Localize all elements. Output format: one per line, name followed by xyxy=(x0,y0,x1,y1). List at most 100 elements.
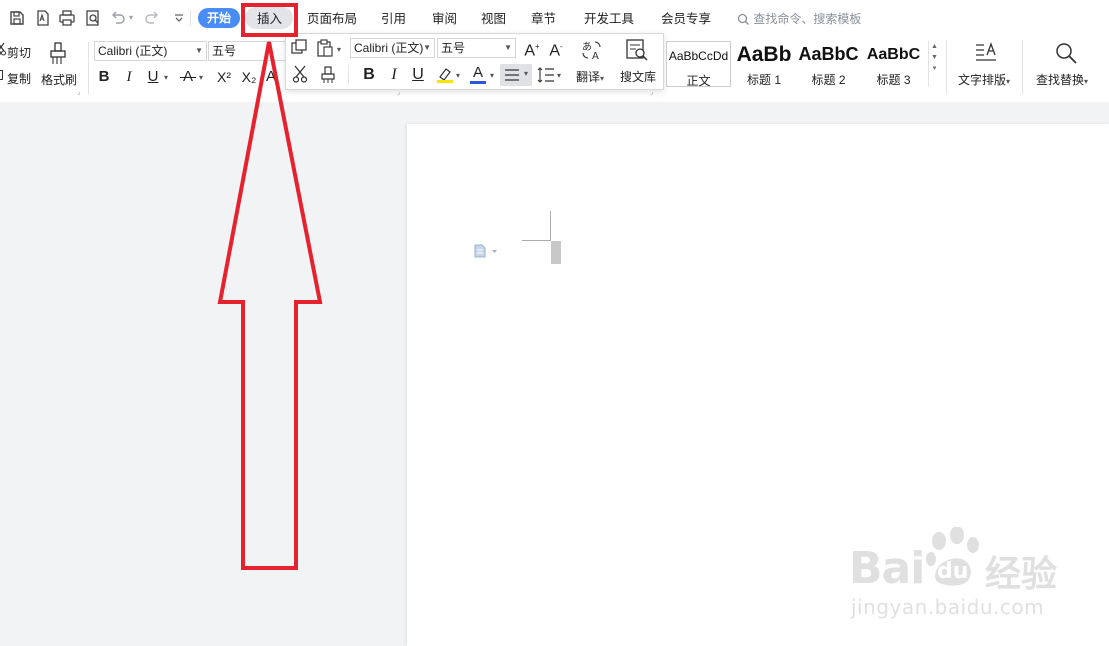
baidu-jingyan-watermark: Bai du 经验 jingyan.baidu.com xyxy=(845,525,1085,625)
watermark-url: jingyan.baidu.com xyxy=(851,595,1045,619)
cut-button[interactable]: 剪切 xyxy=(7,44,31,61)
translate-button[interactable]: 翻译▾ xyxy=(576,68,604,85)
print-preview-icon[interactable] xyxy=(84,9,102,27)
svg-text:A: A xyxy=(592,51,599,62)
mini-font-size-select[interactable]: 五号 ▼ xyxy=(437,38,516,58)
chevron-down-icon[interactable]: ▾ xyxy=(557,71,561,80)
copy-icon[interactable] xyxy=(0,70,3,80)
search-library-icon[interactable] xyxy=(625,38,649,62)
customize-icon[interactable] xyxy=(170,9,188,27)
style-gallery-scroll[interactable]: ▲ ▼ ▾ xyxy=(928,41,940,87)
style-normal-name: 正文 xyxy=(686,74,711,88)
style-heading-1[interactable]: AaBb 标题 1 xyxy=(732,41,796,87)
format-painter-icon[interactable] xyxy=(48,41,68,67)
tab-developer[interactable]: 开发工具 xyxy=(584,9,634,29)
annotation-arrow-icon xyxy=(217,41,323,570)
search-icon xyxy=(737,13,750,26)
find-replace-icon[interactable] xyxy=(1055,42,1077,64)
strike-line xyxy=(180,77,196,78)
font-color-swatch xyxy=(470,81,486,84)
tab-references[interactable]: 引用 xyxy=(381,9,406,29)
copy-button[interactable]: 复制 xyxy=(7,70,31,87)
redo-icon[interactable] xyxy=(143,9,161,27)
print-icon[interactable] xyxy=(58,9,76,27)
chevron-down-icon[interactable]: ▾ xyxy=(337,45,341,54)
style-normal[interactable]: AaBbCcDd 正文 xyxy=(666,41,731,88)
watermark-du: du xyxy=(937,559,969,584)
find-replace-button[interactable]: 查找替换▾ xyxy=(1036,71,1088,88)
grow-font-icon[interactable]: A+ xyxy=(522,38,542,60)
style-heading-1-sample: AaBb xyxy=(736,43,792,66)
chevron-down-icon: ▼ xyxy=(423,43,431,52)
tab-view[interactable]: 视图 xyxy=(481,9,506,29)
undo-dropdown-icon[interactable]: ▾ xyxy=(129,13,133,22)
mini-underline-button[interactable]: U xyxy=(409,66,427,84)
margin-mark-vertical xyxy=(550,211,551,240)
svg-text:あ: あ xyxy=(582,41,592,53)
chevron-down-icon[interactable]: ▾ xyxy=(456,71,460,80)
command-search-placeholder: 查找命令、搜索模板 xyxy=(753,12,862,26)
command-search[interactable]: 查找命令、搜索模板 xyxy=(737,9,861,29)
tab-member[interactable]: 会员专享 xyxy=(661,9,711,29)
font-name-select[interactable]: Calibri (正文) ▼ xyxy=(94,41,207,61)
paragraph-launcher-icon[interactable]: ⌟ xyxy=(650,88,653,96)
divider xyxy=(88,42,89,94)
style-heading-3-sample: AaBbC xyxy=(866,46,921,63)
export-pdf-icon[interactable] xyxy=(34,9,52,27)
align-button-active[interactable]: ▾ xyxy=(500,64,532,86)
translate-icon[interactable]: あA xyxy=(580,38,604,62)
text-cursor xyxy=(551,241,561,264)
highlight-icon[interactable] xyxy=(436,66,454,84)
title-bar: ▾ 开始 插入 页面布局 引用 审阅 视图 章节 开发工具 会员专享 查找命令、… xyxy=(0,0,1109,36)
text-layout-icon[interactable] xyxy=(975,42,997,64)
divider xyxy=(190,10,191,26)
bold-button[interactable]: B xyxy=(96,68,112,86)
mini-font-name-select[interactable]: Calibri (正文) ▼ xyxy=(350,38,435,58)
shrink-font-icon[interactable]: A- xyxy=(546,38,566,60)
chevron-down-icon: ▾ xyxy=(524,69,529,78)
search-library-button[interactable]: 搜文库 xyxy=(620,68,656,85)
divider xyxy=(1022,40,1023,94)
format-painter-button[interactable]: 格式刷 xyxy=(41,71,77,88)
chevron-up-icon[interactable]: ▲ xyxy=(929,41,940,52)
style-heading-2[interactable]: AaBbC 标题 2 xyxy=(797,41,860,87)
font-color-icon[interactable]: A xyxy=(470,64,486,82)
chevron-down-icon[interactable]: ▼ xyxy=(929,52,940,63)
divider xyxy=(348,65,349,85)
divider xyxy=(946,40,947,94)
watermark-brand: Bai xyxy=(849,543,925,594)
chevron-down-icon[interactable]: ▾ xyxy=(199,73,203,82)
style-heading-2-name: 标题 2 xyxy=(811,73,846,87)
save-icon[interactable] xyxy=(8,9,26,27)
paragraph-options-icon[interactable] xyxy=(474,244,498,258)
chevron-down-icon[interactable]: ▾ xyxy=(490,71,494,80)
expand-gallery-icon[interactable]: ▾ xyxy=(929,63,940,74)
style-heading-1-name: 标题 1 xyxy=(746,73,781,87)
watermark-brand-cn: 经验 xyxy=(985,554,1058,595)
mini-italic-button[interactable]: I xyxy=(385,66,403,84)
style-heading-2-sample: AaBbC xyxy=(798,44,859,64)
style-normal-sample: AaBbCcDd xyxy=(668,49,729,63)
annotation-highlight-box xyxy=(241,3,298,37)
undo-icon[interactable] xyxy=(109,9,127,27)
tab-start[interactable]: 开始 xyxy=(198,8,240,28)
align-justify-icon xyxy=(505,69,519,81)
underline-button[interactable]: U xyxy=(145,68,161,86)
line-spacing-icon[interactable] xyxy=(537,66,555,84)
chevron-down-icon[interactable]: ▾ xyxy=(164,73,168,82)
tab-chapter[interactable]: 章节 xyxy=(531,9,556,29)
cut-icon[interactable] xyxy=(0,42,6,56)
font-launcher-icon[interactable]: ⌟ xyxy=(397,88,400,96)
mini-bold-button[interactable]: B xyxy=(360,66,378,84)
clipboard-launcher-icon[interactable]: ⌟ xyxy=(77,88,80,96)
font-name-value: Calibri (正文) xyxy=(98,44,168,58)
chevron-down-icon: ▼ xyxy=(195,46,203,55)
style-heading-3-name: 标题 3 xyxy=(876,73,911,87)
style-heading-3[interactable]: AaBbC 标题 3 xyxy=(861,41,926,87)
text-layout-button[interactable]: 文字排版▾ xyxy=(958,71,1010,88)
tab-page-layout[interactable]: 页面布局 xyxy=(307,9,357,29)
chevron-down-icon: ▼ xyxy=(504,43,512,52)
tab-review[interactable]: 审阅 xyxy=(432,9,457,29)
mini-font-name-value: Calibri (正文) xyxy=(354,41,424,55)
italic-button[interactable]: I xyxy=(121,68,137,86)
